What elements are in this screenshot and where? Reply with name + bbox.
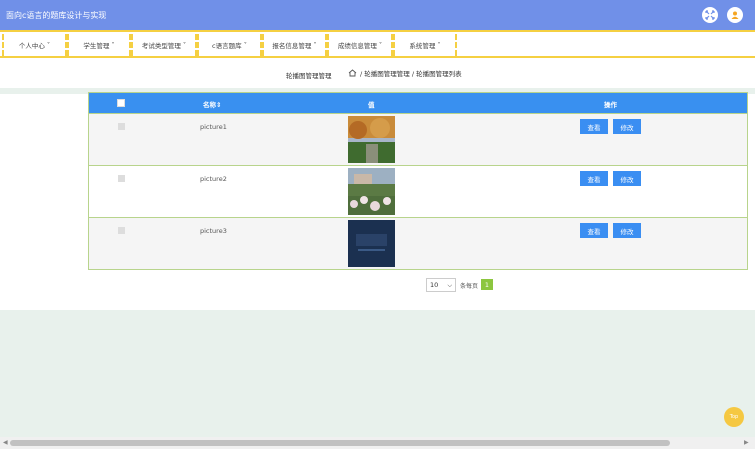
page-button-current[interactable]: 1: [481, 279, 493, 290]
expand-icon: [705, 10, 715, 20]
nav-label: 报名信息管理: [272, 42, 312, 50]
user-menu-button[interactable]: [727, 7, 743, 23]
nav-item-exam-type[interactable]: 考试类型管理 ˅: [131, 34, 197, 56]
view-button[interactable]: 查看: [580, 119, 608, 134]
table-row: picture3 查看 修改: [89, 217, 747, 269]
home-icon[interactable]: [348, 69, 357, 77]
row-checkbox[interactable]: [118, 175, 125, 182]
chevron-down-icon: ˅: [376, 41, 383, 49]
picture-name: picture1: [200, 123, 227, 131]
picture-name: picture2: [200, 175, 227, 183]
edit-button[interactable]: 修改: [613, 223, 641, 238]
page-size-value: 10: [430, 281, 439, 289]
column-header-name[interactable]: 名称⇕: [203, 99, 221, 109]
app-header: 面向c语言的题库设计与实现: [0, 0, 755, 30]
back-to-top-button[interactable]: Top: [724, 407, 744, 427]
view-button[interactable]: 查看: [580, 171, 608, 186]
nav-item-system[interactable]: 系统管理 ˅: [393, 34, 457, 56]
scroll-right-arrow-icon[interactable]: ▶: [744, 439, 749, 446]
picture-thumbnail[interactable]: [348, 168, 395, 215]
picture-name: picture3: [200, 227, 227, 235]
edit-button[interactable]: 修改: [613, 119, 641, 134]
fullscreen-button[interactable]: [702, 7, 718, 23]
table-header: 名称⇕ 值 操作: [89, 93, 747, 113]
scroll-left-arrow-icon[interactable]: ◀: [3, 439, 8, 446]
nav-label: 学生管理: [83, 42, 110, 50]
main-nav: 个人中心 ˅ 学生管理 ˅ 考试类型管理 ˅ c语言题库 ˅ 报名信息管理 ˅ …: [0, 30, 755, 58]
breadcrumb: / 轮播图管理管理 / 轮播图管理列表: [348, 68, 462, 78]
edit-button[interactable]: 修改: [613, 171, 641, 186]
per-page-label: 条每页: [460, 283, 479, 290]
breadcrumb-path: / 轮播图管理管理 / 轮播图管理列表: [360, 70, 462, 78]
page-title: 轮播图管理管理: [286, 72, 332, 80]
chevron-down-icon: ˅: [180, 41, 187, 49]
view-button[interactable]: 查看: [580, 223, 608, 238]
row-checkbox[interactable]: [118, 227, 125, 234]
column-header-value: 值: [368, 101, 375, 109]
picture-thumbnail[interactable]: [348, 116, 395, 163]
chevron-down-icon: ˅: [435, 41, 441, 49]
row-checkbox[interactable]: [118, 123, 125, 130]
nav-label: 考试类型管理: [141, 42, 181, 50]
table-row: picture2 查看 修改: [89, 165, 747, 217]
picture-thumbnail[interactable]: [348, 220, 395, 267]
select-all-checkbox[interactable]: [117, 99, 125, 107]
horizontal-scrollbar[interactable]: ◀ ▶: [0, 437, 755, 449]
nav-label: 系统管理: [409, 42, 436, 50]
nav-item-personal-center[interactable]: 个人中心 ˅: [2, 34, 67, 56]
main-content: 轮播图管理管理 / 轮播图管理管理 / 轮播图管理列表 名称⇕ 值 操作 pic…: [0, 58, 755, 310]
chevron-down-icon: ⌵: [447, 282, 452, 289]
scrollbar-thumb[interactable]: [10, 440, 670, 446]
chevron-down-icon: ˅: [44, 41, 51, 49]
chevron-down-icon: ˅: [109, 41, 115, 49]
nav-label: 个人中心: [18, 42, 45, 50]
user-icon: [731, 11, 739, 19]
nav-item-student-management[interactable]: 学生管理 ˅: [67, 34, 131, 56]
nav-item-c-question-bank[interactable]: c语言题库 ˅: [197, 34, 262, 56]
app-title: 面向c语言的题库设计与实现: [6, 11, 107, 20]
nav-item-enrollment[interactable]: 报名信息管理 ˅: [262, 34, 327, 56]
column-header-actions: 操作: [604, 101, 617, 109]
nav-label: 成绩信息管理: [337, 42, 377, 50]
nav-item-scores[interactable]: 成绩信息管理 ˅: [327, 34, 393, 56]
nav-label: c语言题库: [212, 42, 242, 50]
page-size-select[interactable]: 10 ⌵: [426, 278, 456, 292]
chevron-down-icon: ˅: [311, 41, 317, 49]
carousel-table: 名称⇕ 值 操作 picture1 查看 修改 picture2 查看 修改 p…: [88, 92, 748, 270]
table-row: picture1 查看 修改: [89, 113, 747, 165]
chevron-down-icon: ˅: [241, 41, 247, 49]
